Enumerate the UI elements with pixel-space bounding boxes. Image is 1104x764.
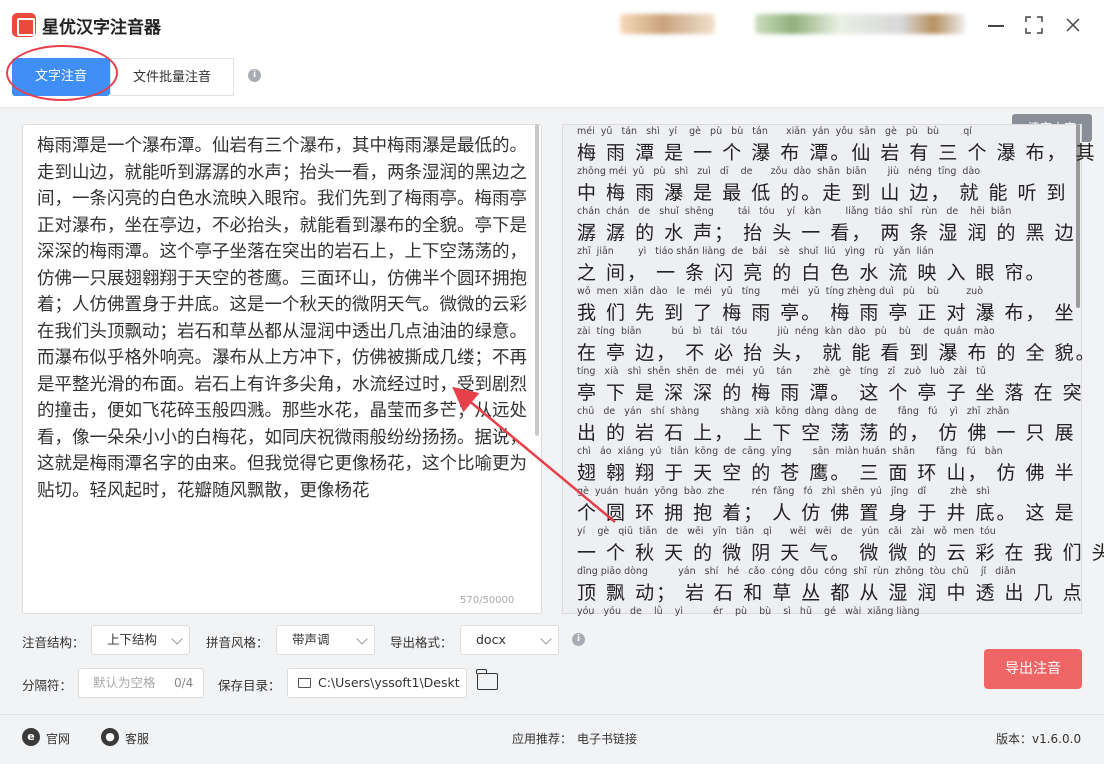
separator-count: 0/4 <box>174 676 194 690</box>
export-format-label: 导出格式： <box>390 635 453 650</box>
app-title: 星优汉字注音器 <box>42 18 161 38</box>
hanzi-line: 在 亭 边， 不 必 抬 头， 就 能 看 到 瀑 布 的 全 貌。 <box>577 342 1097 364</box>
hanzi-line: 之 间， 一 条 闪 亮 的 白 色 水 流 映 入 眼 帘。 <box>577 262 1047 284</box>
chevron-down-icon <box>356 633 368 645</box>
user-info-blurred <box>755 14 965 34</box>
browse-folder-button[interactable] <box>476 669 498 690</box>
maximize-button[interactable] <box>1023 14 1045 36</box>
close-button[interactable] <box>1062 14 1084 36</box>
export-format-select[interactable]: docx <box>460 625 559 655</box>
ebook-link[interactable]: 电子书链接 <box>577 730 637 747</box>
highlight-circle-annotation <box>6 45 118 101</box>
hanzi-line: 翅 翱 翔 于 天 空 的 苍 鹰。 三 面 环 山， 仿 佛 半 <box>577 462 1076 484</box>
tab-batch-file-annotation[interactable]: 文件批量注音 <box>110 58 234 96</box>
chevron-down-icon <box>540 633 552 645</box>
pinyin-line: zhī jiān yì tiáo shǎn liàng de bái sè sh… <box>577 246 934 257</box>
pinyin-line: méi yǔ tán shì yí gè pù bù tán xiān yán … <box>577 126 972 137</box>
info-icon[interactable]: i <box>248 69 261 82</box>
pinyin-line: chán chán de shuǐ shēng tái tóu yí kàn l… <box>577 206 1012 217</box>
pinyin-line: gè yuán huán yōng bào zhe rén fǎng fó zh… <box>577 486 990 497</box>
text-scrollbar[interactable] <box>535 124 539 436</box>
support-link[interactable]: 客服 <box>125 730 149 747</box>
text-input-area[interactable]: 梅雨潭是一个瀑布潭。仙岩有三个瀑布，其中梅雨瀑是最低的。走到山边，就能听到潺潺的… <box>22 124 542 614</box>
separator-label: 分隔符： <box>22 678 73 693</box>
save-dir-value: C:\Users\yssoft1\Deskt <box>318 675 460 690</box>
text-content[interactable]: 梅雨潭是一个瀑布潭。仙岩有三个瀑布，其中梅雨瀑是最低的。走到山边，就能听到潺潺的… <box>37 133 527 504</box>
pinyin-style-value: 带声调 <box>292 632 330 647</box>
support-icon[interactable]: ● <box>101 728 119 746</box>
tab-bar: 文字注音 文件批量注音 清空内容 <box>0 50 1104 142</box>
hanzi-line: 顶 飘 动； 岩 石 和 草 丛 都 从 湿 润 中 透 出 几 点 <box>577 582 1084 604</box>
hanzi-line: 我 们 先 到 了 梅 雨 亭。 梅 雨 亭 正 对 瀑 布， 坐 <box>577 302 1076 324</box>
website-icon[interactable]: e <box>22 728 40 746</box>
app-logo-icon <box>12 13 36 37</box>
maximize-icon <box>1025 16 1043 34</box>
recommend-label: 应用推荐： <box>512 732 573 746</box>
export-format-value: docx <box>476 632 506 647</box>
chevron-down-icon <box>171 633 183 645</box>
pinyin-line: dǐng piāo dòng yán shí hé cǎo cóng dōu c… <box>577 566 1016 577</box>
char-count: 570/50000 <box>460 595 515 606</box>
pinyin-line: yóu yóu de lǜ yì ér pù bù sì hū gé wài x… <box>577 606 920 617</box>
hanzi-line: 一 个 秋 天 的 微 阴 天 气。 微 微 的 云 彩 在 我 们 头 <box>577 542 1104 564</box>
pinyin-style-select[interactable]: 带声调 <box>276 625 375 655</box>
title-bar: 星优汉字注音器 <box>0 0 1104 50</box>
pinyin-line: zài tíng biān bú bì tái tóu jiù néng kàn… <box>577 326 995 337</box>
pinyin-line: tíng xià shì shēn shēn de méi yǔ tán zhè… <box>577 366 986 377</box>
structure-value: 上下结构 <box>107 632 158 647</box>
hanzi-line: 中 梅 雨 瀑 是 最 低 的。走 到 山 边， 就 能 听 到 <box>577 182 1068 204</box>
pinyin-line: wǒ men xiān dào le méi yǔ tíng méi yǔ tí… <box>577 286 984 297</box>
website-link[interactable]: 官网 <box>46 730 70 747</box>
hanzi-line: 亭 下 是 深 深 的 梅 雨 潭。 这 个 亭 子 坐 落 在 突 <box>577 382 1084 404</box>
save-dir-label: 保存目录： <box>218 678 281 693</box>
hanzi-line: 梅 雨 潭 是 一 个 瀑 布 潭。仙 岩 有 三 个 瀑 布， 其 <box>577 142 1097 164</box>
folder-icon <box>298 678 311 688</box>
pinyin-line: zhōng méi yǔ pù shì zuì dī de zǒu dào sh… <box>577 166 981 177</box>
structure-select[interactable]: 上下结构 <box>91 625 190 655</box>
pinyin-line: yí gè qiū tiān de wēi yīn tiān qì wēi wē… <box>577 526 996 537</box>
user-avatar-blurred <box>620 14 715 34</box>
info-icon[interactable]: i <box>572 633 585 646</box>
hanzi-line: 个 圆 环 拥 抱 着； 人 仿 佛 置 身 于 井 底。 这 是 <box>577 502 1076 524</box>
close-icon <box>1066 18 1080 32</box>
save-dir-input[interactable]: C:\Users\yssoft1\Deskt <box>287 668 467 698</box>
pinyin-line: chū de yán shí shàng shàng xià kōng dàng… <box>577 406 1010 417</box>
export-button[interactable]: 导出注音 <box>984 649 1082 689</box>
version-text: 版本：v1.6.0.0 <box>996 732 1082 746</box>
hanzi-line: 出 的 岩 石 上， 上 下 空 荡 荡 的， 仿 佛 一 只 展 <box>577 422 1076 444</box>
hanzi-line: 潺 潺 的 水 声； 抬 头 一 看， 两 条 湿 润 的 黑 边 <box>577 222 1076 244</box>
minimize-icon <box>988 25 1004 27</box>
pinyin-line: chì áo xiáng yú tiān kōng de cāng yīng s… <box>577 446 1003 457</box>
minimize-button[interactable] <box>985 14 1007 36</box>
pinyin-style-label: 拼音风格： <box>206 635 269 650</box>
structure-label: 注音结构： <box>22 635 85 650</box>
